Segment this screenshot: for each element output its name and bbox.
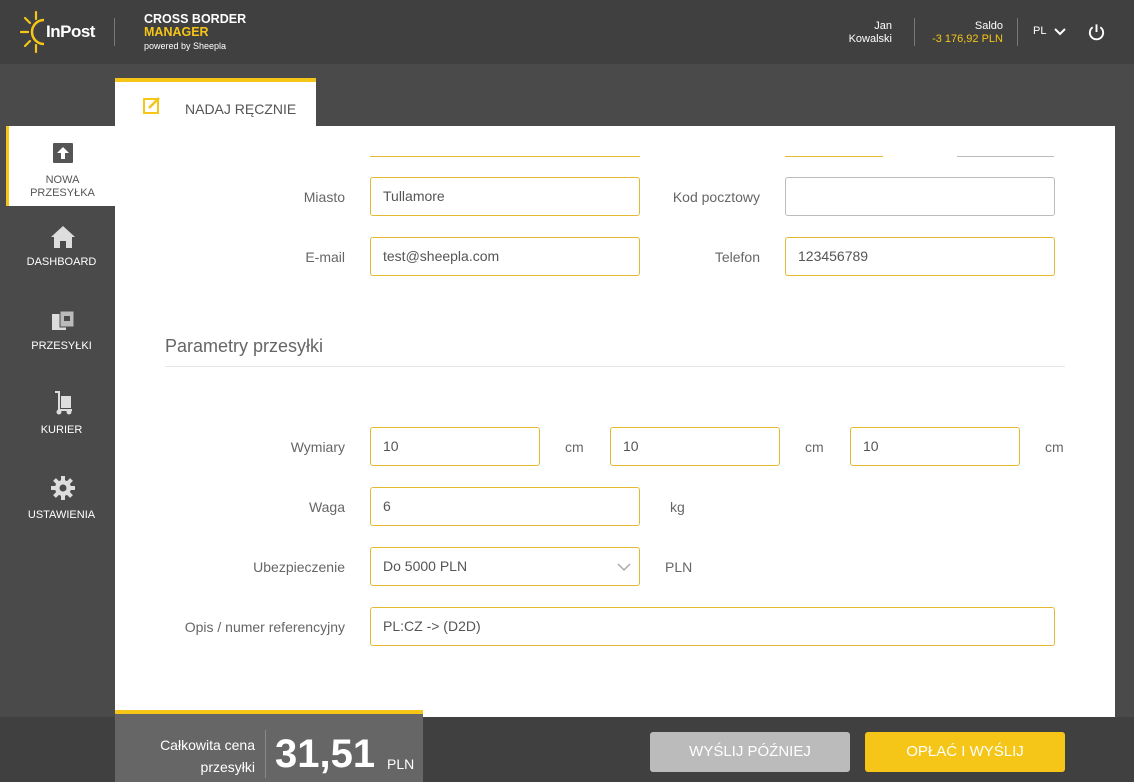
kod-pocztowy-label: Kod pocztowy bbox=[672, 189, 760, 205]
field-bottom-edge bbox=[785, 156, 883, 157]
ubezpieczenie-label: Ubezpieczenie bbox=[253, 559, 345, 575]
language-selector[interactable]: PL bbox=[1033, 25, 1046, 37]
sidebar-label-line2: PRZESYŁKA bbox=[30, 187, 95, 199]
sidebar-item-kurier[interactable]: KURIER bbox=[8, 382, 115, 462]
wymiary-label: Wymiary bbox=[290, 439, 345, 455]
sidebar-item-label: NOWA PRZESYŁKA bbox=[9, 174, 116, 200]
user-name[interactable]: Jan Kowalski bbox=[820, 20, 892, 46]
balance-label: Saldo bbox=[974, 20, 1003, 32]
section-title: Parametry przesyłki bbox=[165, 336, 324, 356]
tab-label: NADAJ RĘCZNIE bbox=[185, 101, 297, 117]
sidebar-item-ustawienia[interactable]: USTAWIENIA bbox=[8, 466, 115, 546]
opis-label: Opis / numer referencyjny bbox=[184, 619, 345, 635]
total-price-currency: PLN bbox=[387, 756, 415, 772]
height-input[interactable]: 10 bbox=[850, 427, 1020, 466]
sidebar-item-label: PRZESYŁKI bbox=[31, 340, 92, 352]
sidebar-item-label: USTAWIENIA bbox=[27, 509, 96, 521]
kod-pocztowy-input[interactable] bbox=[785, 177, 1055, 216]
sidebar-item-label: DASHBOARD bbox=[26, 256, 97, 268]
sidebar-item-dashboard[interactable]: DASHBOARD bbox=[8, 214, 115, 294]
total-price-box: Całkowita cena przesyłki 31,51 PLN bbox=[115, 710, 423, 782]
gear-icon bbox=[51, 476, 75, 500]
chevron-down-icon[interactable] bbox=[617, 562, 631, 572]
header-divider bbox=[114, 18, 115, 46]
sidebar-item-label: KURIER bbox=[40, 424, 83, 436]
logo-text: InPost bbox=[46, 22, 95, 41]
telefon-label: Telefon bbox=[714, 249, 760, 265]
price-label-line2: przesyłki bbox=[200, 759, 255, 775]
sidebar-label-line1: NOWA bbox=[45, 174, 80, 186]
price-divider bbox=[265, 730, 266, 778]
width-input[interactable]: 10 bbox=[610, 427, 780, 466]
sidebar-item-przesylki[interactable]: PRZESYŁKI bbox=[8, 298, 115, 378]
sidebar-item-nowa-przesylka[interactable]: NOWA PRZESYŁKA bbox=[6, 126, 115, 206]
email-input[interactable]: test@sheepla.com bbox=[370, 237, 640, 276]
unit-kg: kg bbox=[670, 499, 685, 515]
miasto-input[interactable]: Tullamore bbox=[370, 177, 640, 216]
total-price-label: Całkowita cena przesyłki bbox=[125, 734, 255, 778]
field-bottom-edge bbox=[957, 156, 1054, 157]
tab-nadaj-recznie[interactable]: NADAJ RĘCZNIE bbox=[115, 78, 316, 126]
total-price-value: 31,51 bbox=[275, 732, 376, 776]
insurance-select[interactable]: Do 5000 PLN bbox=[370, 547, 640, 586]
edit-icon bbox=[143, 97, 160, 114]
brand-line2: MANAGER bbox=[144, 25, 209, 39]
send-later-button[interactable]: WYŚLIJ PÓŹNIEJ bbox=[650, 732, 850, 772]
unit-cm: cm bbox=[565, 439, 584, 455]
email-label: E-mail bbox=[305, 249, 345, 265]
upload-icon bbox=[53, 143, 73, 163]
field-bottom-edge bbox=[370, 156, 640, 157]
length-input[interactable]: 10 bbox=[370, 427, 540, 466]
price-label-line1: Całkowita cena bbox=[160, 737, 255, 753]
reference-input[interactable]: PL:CZ -> (D2D) bbox=[370, 607, 1055, 646]
waga-label: Waga bbox=[308, 499, 345, 515]
balance-value: -3 176,92 PLN bbox=[932, 33, 1003, 45]
balance: Saldo -3 176,92 PLN bbox=[920, 20, 1003, 46]
unit-pln: PLN bbox=[665, 559, 693, 575]
brand-title: CROSS BORDER MANAGER powered by Sheepla bbox=[144, 13, 246, 53]
chevron-down-icon[interactable] bbox=[1053, 26, 1067, 38]
user-last-name: Kowalski bbox=[848, 33, 892, 45]
pay-and-send-button[interactable]: OPŁAĆ I WYŚLIJ bbox=[865, 732, 1065, 772]
unit-cm: cm bbox=[1045, 439, 1064, 455]
insurance-select-value: Do 5000 PLN bbox=[383, 558, 468, 574]
header-divider bbox=[914, 18, 915, 46]
home-icon bbox=[51, 226, 75, 248]
weight-input[interactable]: 6 bbox=[370, 487, 640, 526]
miasto-label: Miasto bbox=[303, 189, 345, 205]
user-first-name: Jan bbox=[874, 20, 892, 32]
brand-line3: powered by Sheepla bbox=[144, 41, 227, 51]
boxes-icon bbox=[52, 310, 75, 330]
telefon-input[interactable]: 123456789 bbox=[785, 237, 1055, 276]
power-icon[interactable] bbox=[1087, 22, 1106, 42]
top-header: InPost CROSS BORDER MANAGER powered by S… bbox=[0, 0, 1134, 64]
courier-icon bbox=[55, 391, 72, 415]
header-divider bbox=[1017, 18, 1018, 46]
unit-cm: cm bbox=[805, 439, 824, 455]
form-panel: Miasto Tullamore Kod pocztowy E-mail tes… bbox=[115, 126, 1115, 717]
section-divider bbox=[165, 366, 1065, 367]
